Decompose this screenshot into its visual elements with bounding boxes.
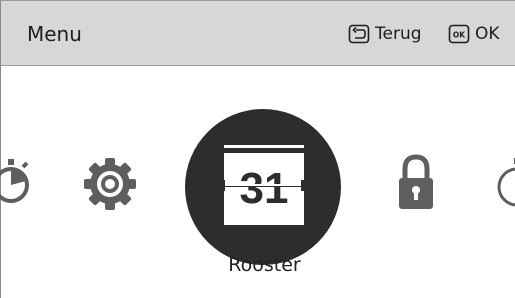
- ok-hint[interactable]: OK OK: [448, 1, 500, 67]
- ok-key-icon: OK: [448, 24, 470, 44]
- lock-icon: [399, 154, 433, 209]
- clock-icon: [497, 158, 515, 207]
- svg-text:OK: OK: [453, 31, 466, 40]
- calendar-icon: 31: [185, 109, 341, 265]
- svg-text:31: 31: [240, 164, 289, 213]
- menu-screen: Menu Terug OK OK 31 Rooster: [0, 0, 515, 298]
- menu-item-rooster[interactable]: 31: [185, 109, 341, 269]
- ok-hint-label: OK: [475, 24, 500, 44]
- menu-item-lock[interactable]: [396, 153, 436, 217]
- timer-icon: [0, 159, 29, 203]
- gear-icon: [84, 158, 136, 210]
- selected-item-label: Rooster: [228, 254, 301, 276]
- header-bar: Menu Terug OK OK: [1, 0, 515, 66]
- back-key-icon: [348, 24, 370, 44]
- menu-item-settings[interactable]: [81, 155, 139, 217]
- menu-item-timer[interactable]: [0, 155, 37, 211]
- menu-item-clock[interactable]: [495, 153, 515, 213]
- back-hint[interactable]: Terug: [348, 1, 422, 67]
- page-title: Menu: [27, 22, 82, 46]
- back-hint-label: Terug: [375, 24, 422, 44]
